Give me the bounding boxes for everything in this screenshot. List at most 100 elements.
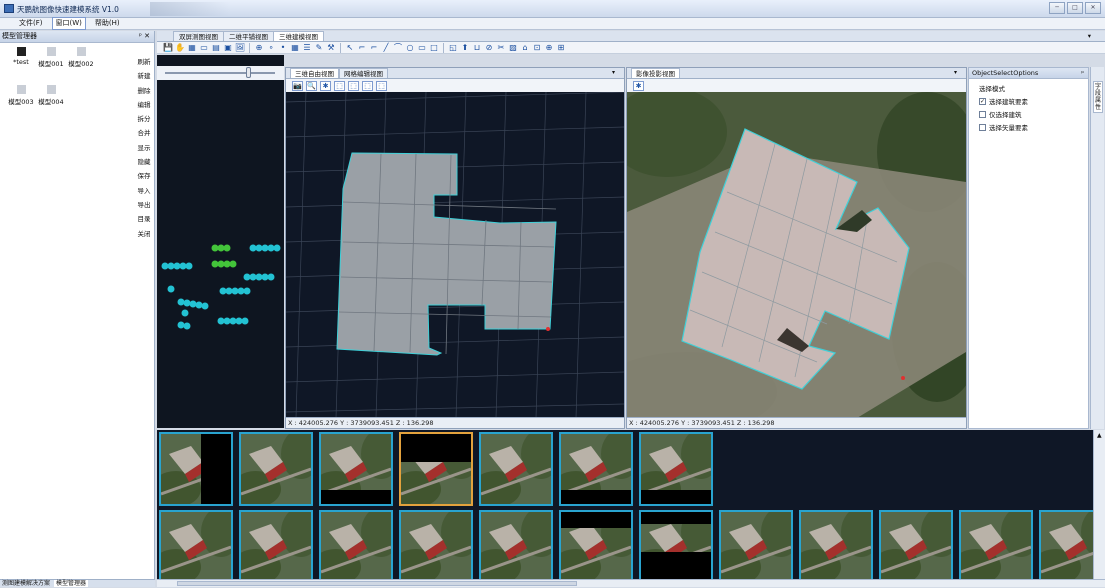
view-front-icon[interactable]: ⬚: [348, 80, 359, 91]
vertex-icon[interactable]: •: [278, 43, 288, 53]
tab-solution[interactable]: 测图建模解决方案: [2, 580, 50, 587]
tab-mesh-edit-view[interactable]: 网格编辑视图: [339, 68, 388, 78]
zoom-icon[interactable]: ⊕: [544, 43, 554, 53]
view-a-menu-arrow-icon[interactable]: ▾: [608, 68, 619, 78]
cmd-new[interactable]: 新建: [134, 69, 154, 83]
wrench-icon[interactable]: ⚒: [326, 43, 336, 53]
arrow-icon[interactable]: ↖: [345, 43, 355, 53]
scrollbar-thumb[interactable]: [177, 581, 577, 586]
close-button[interactable]: ✕: [1085, 2, 1101, 14]
cmd-save[interactable]: 保存: [134, 169, 154, 183]
option-select-building-only[interactable]: 仅选择建筑: [979, 109, 1088, 119]
image-thumbnail[interactable]: [159, 510, 233, 584]
line-icon[interactable]: ╱: [381, 43, 391, 53]
image-thumbnail[interactable]: [559, 432, 633, 506]
square-icon[interactable]: □: [429, 43, 439, 53]
3d-scene-canvas[interactable]: [286, 92, 624, 418]
tile-icon[interactable]: ▦: [290, 43, 300, 53]
split-icon[interactable]: ⊘: [484, 43, 494, 53]
polyline-icon[interactable]: ⌐: [357, 43, 367, 53]
image-thumbnail[interactable]: [639, 432, 713, 506]
texture-icon[interactable]: ▨: [508, 43, 518, 53]
tab-menu-arrow-icon[interactable]: ▾: [1083, 31, 1096, 41]
model-item-test[interactable]: *test: [6, 47, 36, 66]
node-icon[interactable]: ∘: [266, 43, 276, 53]
rect-icon[interactable]: ▭: [417, 43, 427, 53]
model-item-002[interactable]: 模型002: [66, 47, 96, 68]
checkbox-checked-icon[interactable]: ✓: [979, 97, 986, 105]
tab-2d-tile[interactable]: 二维平铺视图: [223, 31, 274, 41]
cmd-hide[interactable]: 隐藏: [134, 155, 154, 169]
layout-icon[interactable]: ▤: [211, 43, 221, 53]
cmd-edit[interactable]: 编辑: [134, 98, 154, 112]
model-item-001[interactable]: 模型001: [36, 47, 66, 68]
maximize-button[interactable]: □: [1067, 2, 1083, 14]
image-thumbnail[interactable]: [239, 432, 313, 506]
model-item-004[interactable]: 模型004: [36, 85, 66, 106]
cmd-refresh[interactable]: 刷新: [134, 55, 154, 69]
option-select-vector-elements[interactable]: 选择矢量要素: [979, 122, 1088, 132]
window-icon[interactable]: ▭: [199, 43, 209, 53]
hand-icon[interactable]: ✋: [175, 43, 185, 53]
cmd-merge[interactable]: 合并: [134, 126, 154, 140]
fit-icon[interactable]: ⊞: [556, 43, 566, 53]
merge-icon[interactable]: ⊔: [472, 43, 482, 53]
tab-3d-free-view[interactable]: 三维自由视图: [290, 68, 339, 78]
image-thumbnail[interactable]: [319, 510, 393, 584]
panel-pin-close-icon[interactable]: ᵖ ✕: [139, 31, 150, 42]
light-icon[interactable]: ✱: [320, 80, 331, 91]
image-thumbnail[interactable]: [719, 510, 793, 584]
view-side-icon[interactable]: ⬚: [362, 80, 373, 91]
globe-icon[interactable]: ⊕: [254, 43, 264, 53]
image-thumbnail[interactable]: [319, 432, 393, 506]
image-icon[interactable]: 🖼: [235, 43, 245, 53]
extrude-icon[interactable]: ⬆: [460, 43, 470, 53]
cmd-directory[interactable]: 目录: [134, 212, 154, 226]
menu-window[interactable]: 窗口(W): [51, 17, 86, 30]
image-thumbnail[interactable]: [159, 432, 233, 506]
scroll-up-icon[interactable]: ▲: [1097, 432, 1102, 439]
image-thumbnail[interactable]: [479, 432, 553, 506]
frame-icon[interactable]: ⊡: [532, 43, 542, 53]
light-icon[interactable]: ✱: [633, 80, 644, 91]
circle-icon[interactable]: ○: [405, 43, 415, 53]
tab-3d-modeling[interactable]: 三维建模视图: [273, 31, 324, 41]
cmd-export[interactable]: 导出: [134, 198, 154, 212]
menu-file[interactable]: 文件(F): [16, 18, 46, 29]
image-thumbnail[interactable]: [399, 510, 473, 584]
transparency-slider[interactable]: [157, 66, 284, 80]
corner-icon[interactable]: ⌐: [369, 43, 379, 53]
image-thumbnail[interactable]: [879, 510, 953, 584]
camera-icon[interactable]: 📷: [292, 80, 303, 91]
cut-icon[interactable]: ✂: [496, 43, 506, 53]
image-thumbnail[interactable]: [559, 510, 633, 584]
panel-icon[interactable]: ▣: [223, 43, 233, 53]
cmd-delete[interactable]: 删除: [134, 84, 154, 98]
minimize-button[interactable]: ─: [1049, 2, 1065, 14]
image-thumbnail[interactable]: [799, 510, 873, 584]
edit-icon[interactable]: ✎: [314, 43, 324, 53]
cmd-import[interactable]: 导入: [134, 184, 154, 198]
model-item-003[interactable]: 模型003: [6, 85, 36, 106]
image-thumbnail[interactable]: [959, 510, 1033, 584]
image-thumbnail[interactable]: [639, 510, 713, 584]
roof-icon[interactable]: ⌂: [520, 43, 530, 53]
arc-icon[interactable]: ⌒: [393, 43, 403, 53]
view-reset-icon[interactable]: ⬚: [376, 80, 387, 91]
thumbnail-vertical-scrollbar[interactable]: ▲: [1093, 430, 1105, 579]
image-thumbnail[interactable]: [399, 432, 473, 506]
checkbox-icon[interactable]: [979, 123, 986, 131]
tab-dual-screen[interactable]: 双屏测图视图: [173, 31, 224, 41]
menu-help[interactable]: 帮助(H): [92, 18, 123, 29]
aerial-photo[interactable]: [627, 92, 966, 418]
view-b-menu-arrow-icon[interactable]: ▾: [950, 68, 961, 78]
save-icon[interactable]: 💾: [163, 43, 173, 53]
cmd-show[interactable]: 显示: [134, 141, 154, 155]
horizontal-scrollbar[interactable]: [157, 579, 1105, 587]
tab-image-projection[interactable]: 影像投影视图: [631, 68, 680, 78]
image-thumbnail[interactable]: [479, 510, 553, 584]
side-tab-field-attributes[interactable]: 字段属性: [1093, 81, 1103, 113]
view-top-icon[interactable]: ⬚: [334, 80, 345, 91]
option-select-building-elements[interactable]: ✓ 选择建筑要素: [979, 96, 1088, 106]
checkbox-icon[interactable]: [979, 110, 986, 118]
